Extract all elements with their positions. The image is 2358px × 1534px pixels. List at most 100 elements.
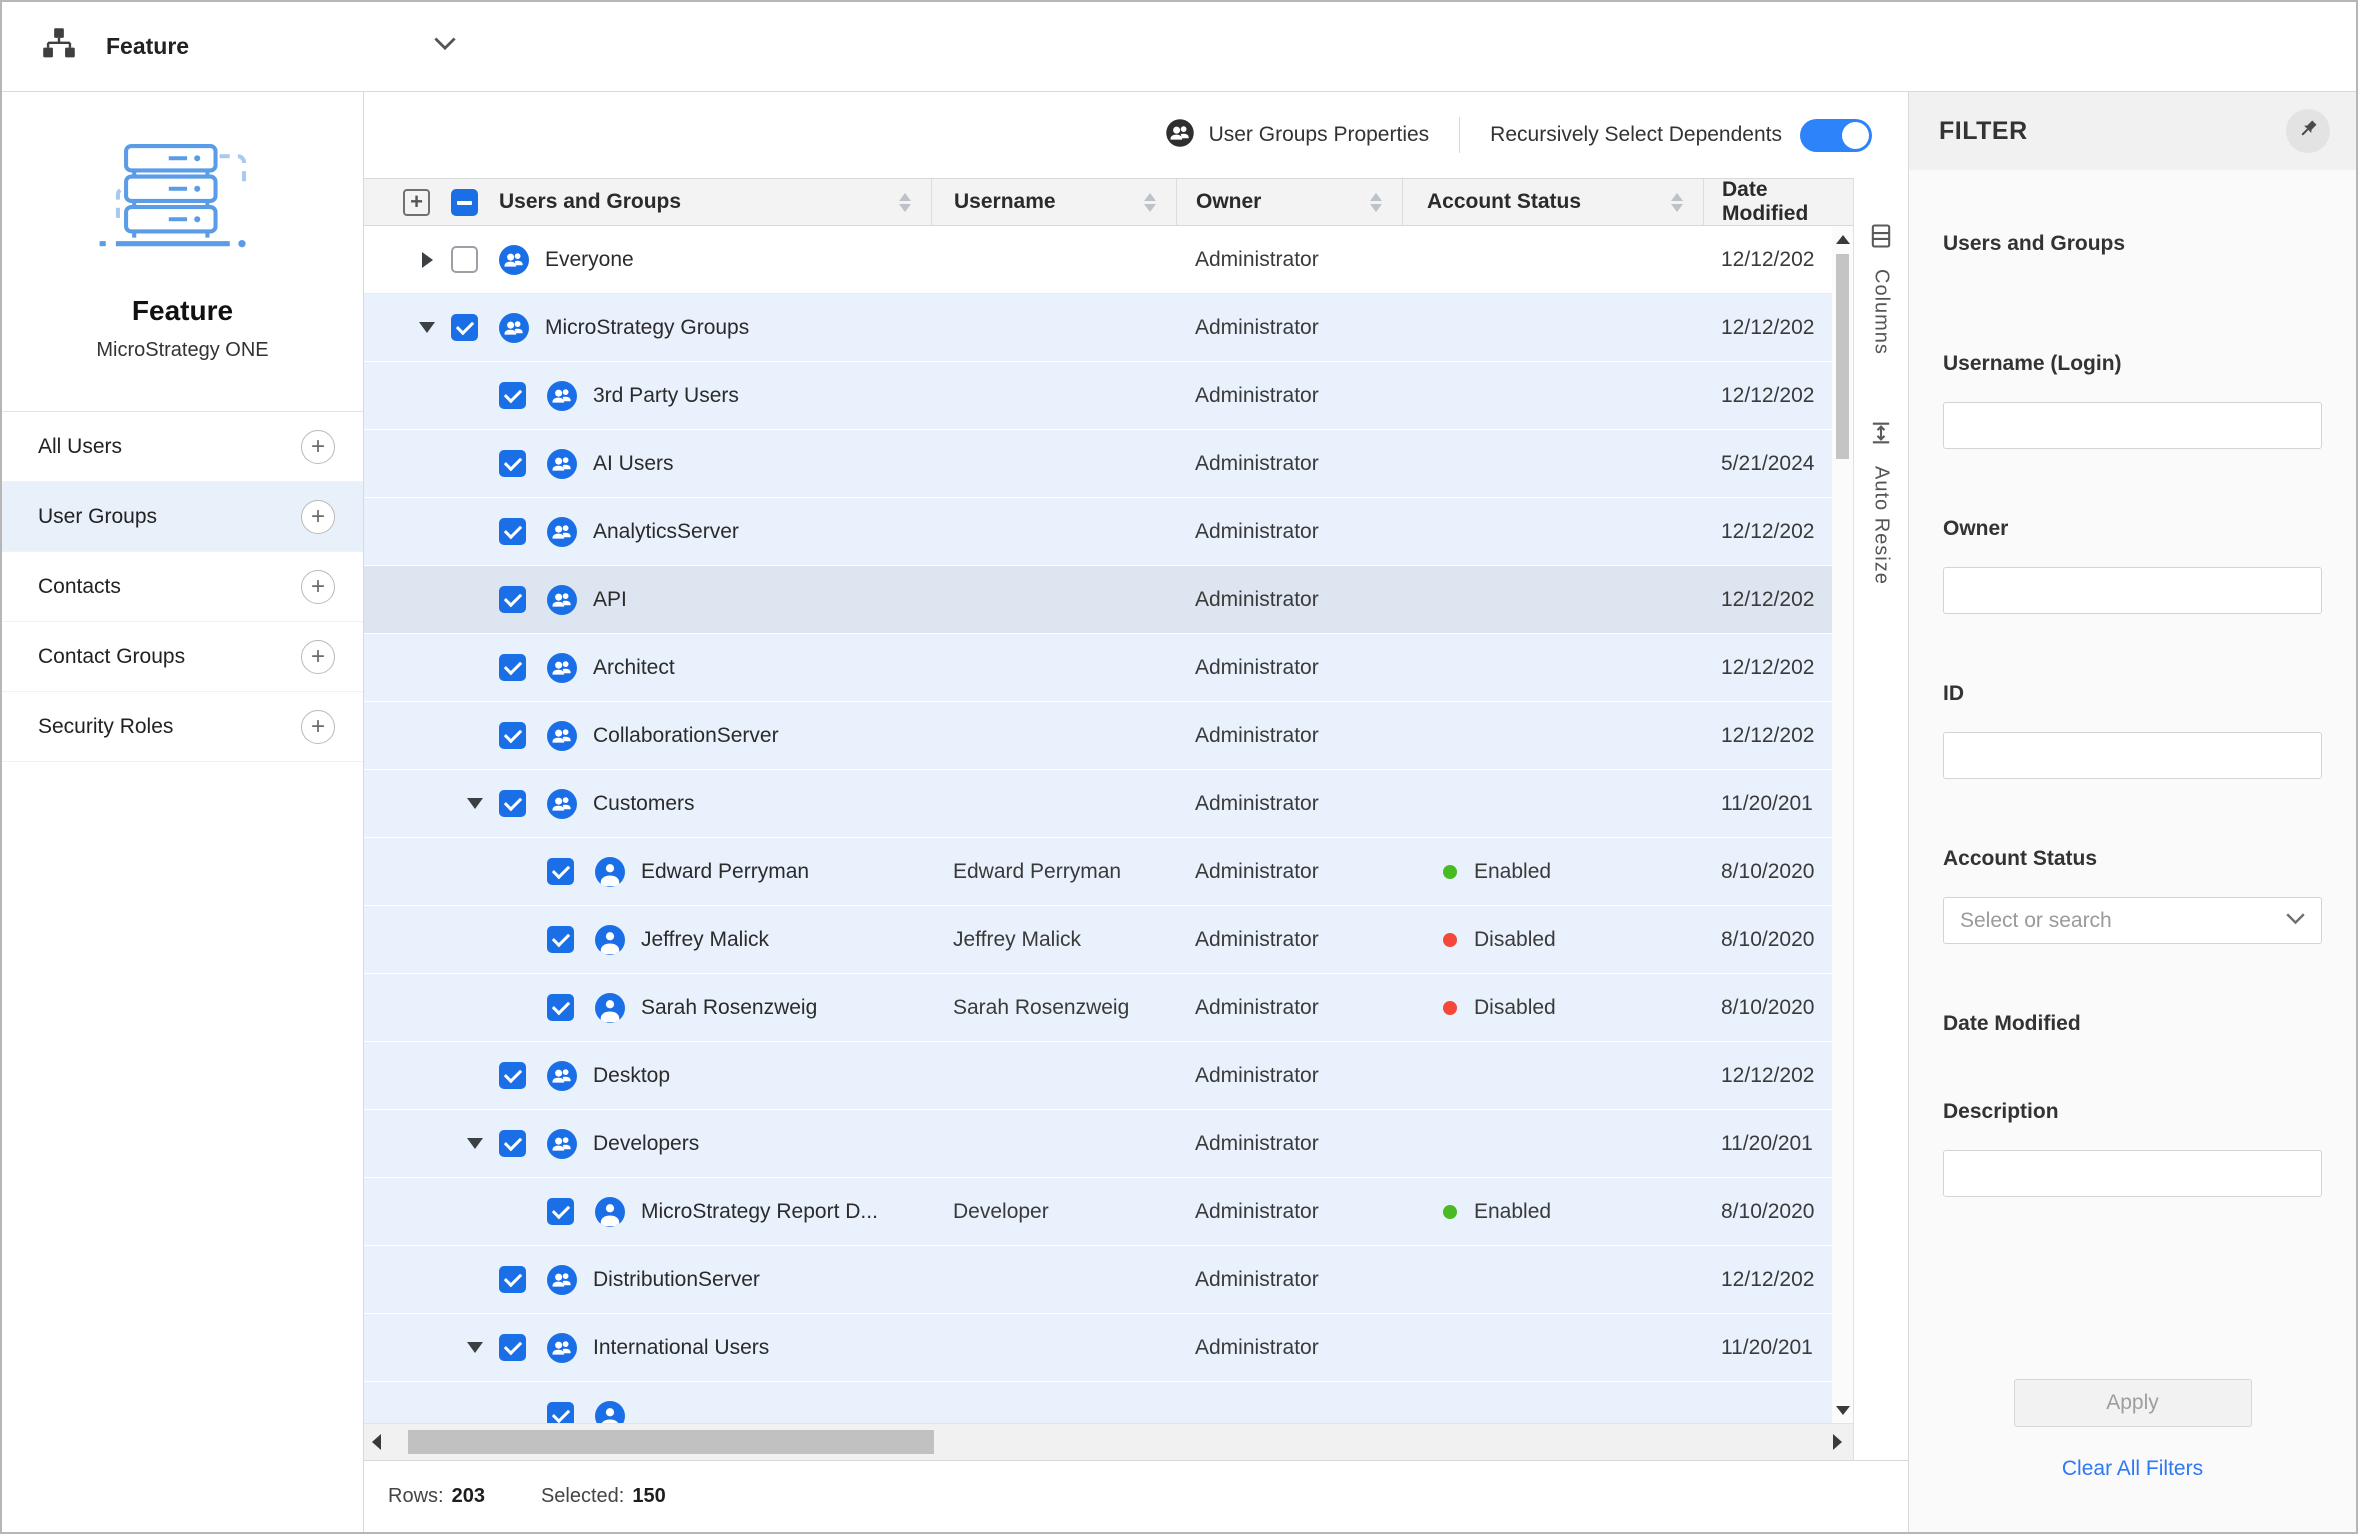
- expand-arrow-icon[interactable]: [403, 252, 451, 268]
- table-row-microstrategy-groups[interactable]: MicroStrategy GroupsAdministrator12/12/2…: [364, 294, 1832, 362]
- status-text: Disabled: [1474, 928, 1556, 952]
- table-row-international-users[interactable]: International UsersAdministrator11/20/20…: [364, 1314, 1832, 1382]
- row-checkbox[interactable]: [499, 1130, 526, 1157]
- horizontal-scroll-thumb[interactable]: [408, 1430, 934, 1454]
- sidebar-item-all-users[interactable]: All Users+: [2, 412, 363, 482]
- sort-icon[interactable]: [1370, 193, 1382, 212]
- recursive-select-toggle[interactable]: [1800, 119, 1872, 152]
- row-checkbox[interactable]: [499, 382, 526, 409]
- row-name: 3rd Party Users: [593, 384, 739, 408]
- row-checkbox[interactable]: [499, 1062, 526, 1089]
- table-row-microstrategy-report-d[interactable]: MicroStrategy Report D...DeveloperAdmini…: [364, 1178, 1832, 1246]
- user-groups-properties-button[interactable]: User Groups Properties: [1165, 118, 1430, 153]
- table-row-api[interactable]: APIAdministrator12/12/202: [364, 566, 1832, 634]
- table-row-distributionserver[interactable]: DistributionServerAdministrator12/12/202: [364, 1246, 1832, 1314]
- table-row-item[interactable]: [364, 1382, 1832, 1423]
- add-contact-groups-button[interactable]: +: [301, 640, 335, 674]
- status-bar: Rows:203 Selected:150: [364, 1460, 1908, 1532]
- column-header-owner[interactable]: Owner: [1176, 179, 1402, 225]
- columns-tool[interactable]: Columns: [1867, 222, 1895, 355]
- table-row-analyticsserver[interactable]: AnalyticsServerAdministrator12/12/202: [364, 498, 1832, 566]
- add-security-roles-button[interactable]: +: [301, 710, 335, 744]
- row-checkbox[interactable]: [499, 654, 526, 681]
- vertical-scroll-thumb[interactable]: [1836, 254, 1849, 459]
- sort-icon[interactable]: [1144, 193, 1156, 212]
- scroll-right-arrow[interactable]: [1825, 1424, 1849, 1460]
- sidebar-item-security-roles[interactable]: Security Roles+: [2, 692, 363, 762]
- horizontal-scrollbar[interactable]: [364, 1423, 1853, 1460]
- row-checkbox[interactable]: [451, 314, 478, 341]
- table-row-everyone[interactable]: EveryoneAdministrator12/12/202: [364, 226, 1832, 294]
- row-checkbox[interactable]: [451, 246, 478, 273]
- row-checkbox[interactable]: [499, 722, 526, 749]
- app-window: Feature: [0, 0, 2358, 1534]
- table-row-desktop[interactable]: DesktopAdministrator12/12/202: [364, 1042, 1832, 1110]
- filter-input-owner[interactable]: [1943, 567, 2322, 614]
- collapse-arrow-icon[interactable]: [451, 798, 499, 809]
- row-checkbox[interactable]: [499, 518, 526, 545]
- sidebar-item-contacts[interactable]: Contacts+: [2, 552, 363, 622]
- row-checkbox[interactable]: [499, 450, 526, 477]
- sort-icon[interactable]: [899, 193, 911, 212]
- scroll-left-arrow[interactable]: [364, 1424, 388, 1460]
- row-name: International Users: [593, 1336, 769, 1360]
- row-checkbox[interactable]: [499, 790, 526, 817]
- row-checkbox[interactable]: [547, 1402, 574, 1423]
- environment-dropdown[interactable]: [434, 37, 456, 56]
- table-row-customers[interactable]: CustomersAdministrator11/20/201: [364, 770, 1832, 838]
- row-checkbox[interactable]: [499, 1266, 526, 1293]
- vertical-scrollbar[interactable]: [1832, 226, 1853, 1423]
- add-user-groups-button[interactable]: +: [301, 500, 335, 534]
- scroll-up-arrow[interactable]: [1832, 228, 1853, 250]
- column-header-account-status[interactable]: Account Status: [1402, 179, 1703, 225]
- row-checkbox[interactable]: [547, 926, 574, 953]
- table-row-sarah-rosenzweig[interactable]: Sarah RosenzweigSarah RosenzweigAdminist…: [364, 974, 1832, 1042]
- row-checkbox[interactable]: [547, 858, 574, 885]
- row-checkbox[interactable]: [499, 1334, 526, 1361]
- table-row-jeffrey-malick[interactable]: Jeffrey MalickJeffrey MalickAdministrato…: [364, 906, 1832, 974]
- hierarchy-icon: [42, 28, 76, 65]
- auto-resize-tool[interactable]: Auto Resize: [1867, 419, 1895, 585]
- select-all-checkbox[interactable]: [451, 189, 478, 216]
- row-name: Jeffrey Malick: [641, 928, 769, 952]
- filter-label-owner: Owner: [1943, 517, 2322, 541]
- row-checkbox[interactable]: [499, 586, 526, 613]
- users-groups-table: +Users and GroupsUsernameOwnerAccount St…: [364, 178, 1853, 1460]
- collapse-arrow-icon[interactable]: [451, 1342, 499, 1353]
- filter-input-username-login[interactable]: [1943, 402, 2322, 449]
- date-modified-cell: 12/12/202: [1703, 248, 1832, 272]
- column-header-username[interactable]: Username: [931, 179, 1176, 225]
- sidebar-item-contact-groups[interactable]: Contact Groups+: [2, 622, 363, 692]
- sidebar-nav: All Users+User Groups+Contacts+Contact G…: [2, 412, 363, 762]
- expand-all-button[interactable]: +: [403, 189, 430, 216]
- properties-label: User Groups Properties: [1209, 123, 1430, 147]
- table-row-edward-perryman[interactable]: Edward PerrymanEdward PerrymanAdministra…: [364, 838, 1832, 906]
- table-row-collaborationserver[interactable]: CollaborationServerAdministrator12/12/20…: [364, 702, 1832, 770]
- row-checkbox[interactable]: [547, 1198, 574, 1225]
- main-area: User Groups Properties Recursively Selec…: [364, 92, 1908, 1532]
- row-checkbox[interactable]: [547, 994, 574, 1021]
- column-header-users-and-groups[interactable]: +Users and Groups: [364, 179, 931, 225]
- table-row-ai-users[interactable]: AI UsersAdministrator5/21/2024: [364, 430, 1832, 498]
- sidebar-item-user-groups[interactable]: User Groups+: [2, 482, 363, 552]
- filter-title: FILTER: [1939, 117, 2028, 146]
- row-name: Edward Perryman: [641, 860, 809, 884]
- date-modified-cell: 12/12/202: [1703, 1268, 1832, 1292]
- table-row-3rd-party-users[interactable]: 3rd Party UsersAdministrator12/12/202: [364, 362, 1832, 430]
- collapse-arrow-icon[interactable]: [403, 322, 451, 333]
- pin-button[interactable]: [2286, 109, 2330, 153]
- sort-icon[interactable]: [1671, 193, 1683, 212]
- table-row-architect[interactable]: ArchitectAdministrator12/12/202: [364, 634, 1832, 702]
- date-modified-cell: 11/20/201: [1703, 1336, 1832, 1360]
- clear-all-filters-link[interactable]: Clear All Filters: [1943, 1457, 2322, 1481]
- scroll-down-arrow[interactable]: [1832, 1399, 1853, 1421]
- add-all-users-button[interactable]: +: [301, 430, 335, 464]
- collapse-arrow-icon[interactable]: [451, 1138, 499, 1149]
- filter-select-account-status[interactable]: Select or search: [1943, 897, 2322, 944]
- apply-button[interactable]: Apply: [2014, 1379, 2252, 1427]
- filter-input-id[interactable]: [1943, 732, 2322, 779]
- add-contacts-button[interactable]: +: [301, 570, 335, 604]
- filter-input-description[interactable]: [1943, 1150, 2322, 1197]
- table-row-developers[interactable]: DevelopersAdministrator11/20/201: [364, 1110, 1832, 1178]
- column-header-date-modified[interactable]: Date Modified: [1703, 179, 1853, 225]
